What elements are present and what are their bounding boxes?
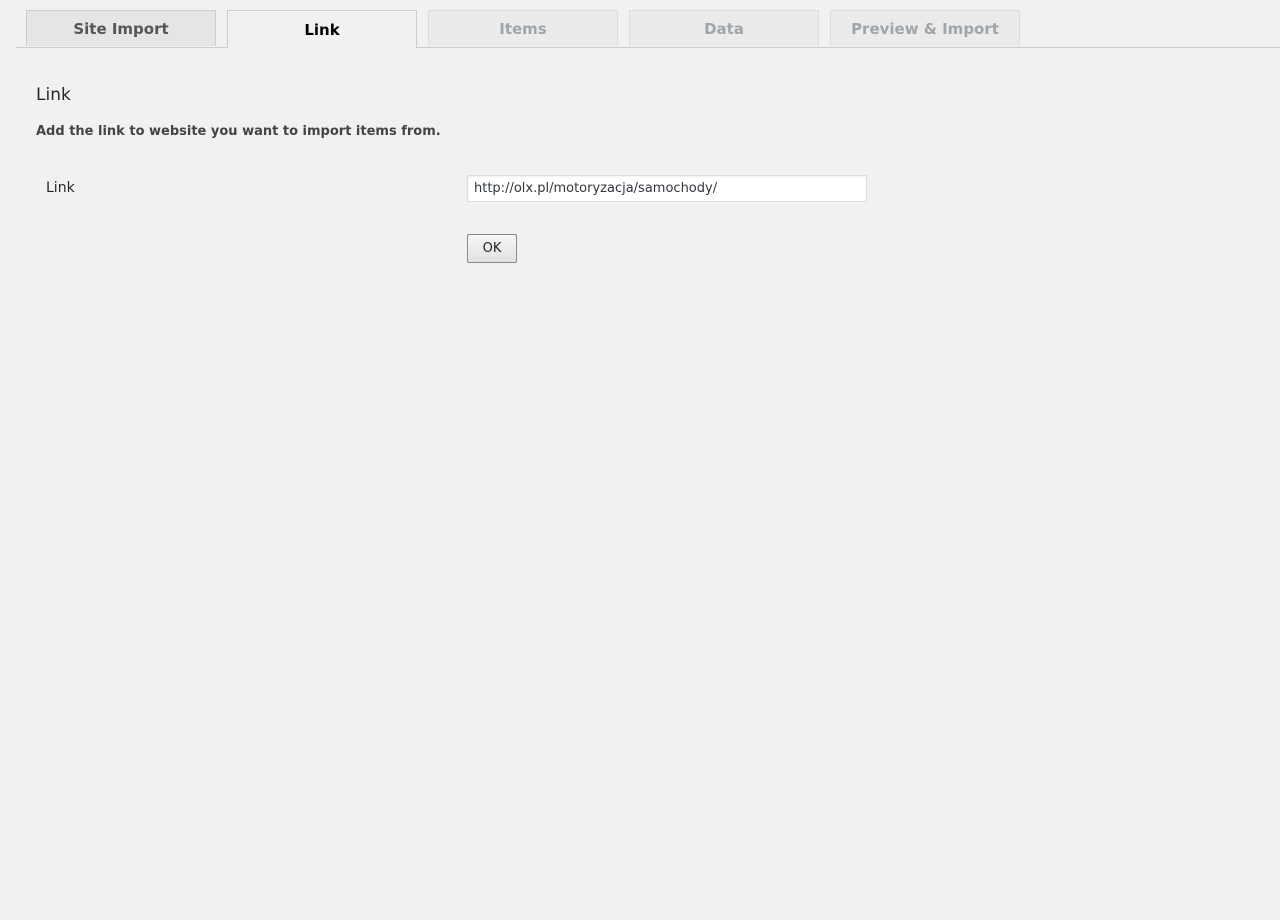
ok-button[interactable]: OK [467,234,517,263]
tab-label: Preview & Import [851,19,999,38]
tab-data: Data [629,10,819,46]
wizard-tabs: Site Import Link Items Data Preview & Im… [16,10,1280,48]
link-input[interactable] [467,175,867,202]
tab-label: Link [304,20,340,39]
tab-label: Items [499,19,547,38]
tab-label: Data [704,19,744,38]
tab-site-import[interactable]: Site Import [26,10,216,46]
tab-label: Site Import [73,19,169,38]
section-description: Add the link to website you want to impo… [36,124,441,139]
section-title: Link [36,85,71,105]
tab-items: Items [428,10,618,46]
link-field-label: Link [46,180,75,196]
tab-link[interactable]: Link [227,10,417,48]
tab-preview-import: Preview & Import [830,10,1020,46]
